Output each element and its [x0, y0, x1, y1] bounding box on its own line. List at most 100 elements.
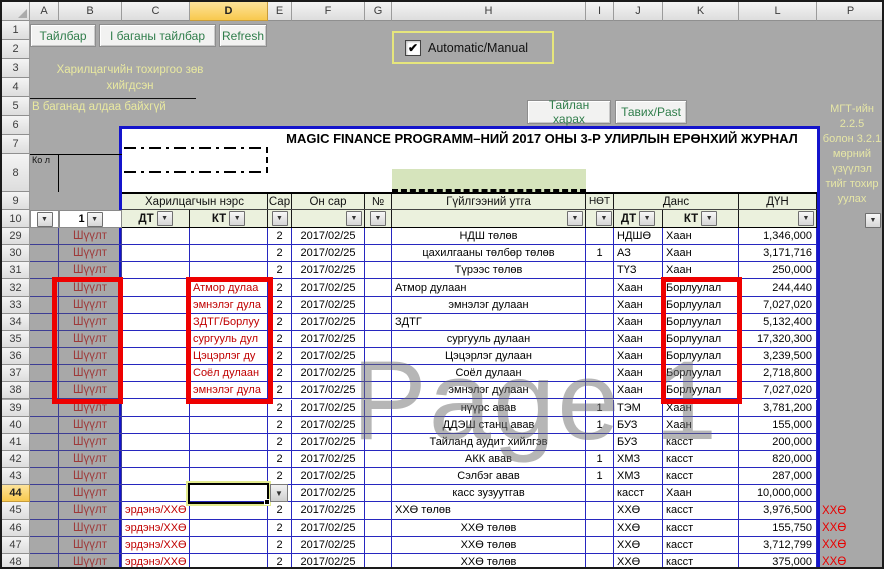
column-header-K[interactable]: K [663, 2, 739, 21]
cell-K43[interactable]: касст [663, 468, 739, 484]
cell-C35[interactable] [122, 331, 190, 347]
filter-dropdown-icon[interactable]: ▼ [596, 211, 612, 226]
cell-A42[interactable] [30, 451, 59, 468]
cell-J48[interactable]: ХХӨ [614, 554, 663, 569]
cell-C47[interactable]: эрдэнэ/ХХӨ [122, 537, 190, 553]
filter-dropdown-icon[interactable]: ▼ [157, 211, 173, 226]
cell-F41[interactable]: 2017/02/25 [292, 434, 365, 450]
cell-H41[interactable]: Тайланд аудит хийлгэв [392, 434, 586, 450]
row-header-1[interactable]: 1 [2, 21, 30, 40]
filter-cell-B44[interactable]: Шүүлт [59, 485, 122, 502]
row-header-40[interactable]: 40 [2, 417, 30, 434]
column-i-explain-button[interactable]: I баганы тайлбар [99, 24, 216, 47]
cell-L35[interactable]: 17,320,300 [739, 331, 817, 347]
cell-G43[interactable] [365, 468, 392, 484]
cell-J47[interactable]: ХХӨ [614, 537, 663, 553]
cell-L40[interactable]: 155,000 [739, 417, 817, 433]
cell-K48[interactable]: касст [663, 554, 739, 569]
cell-F40[interactable]: 2017/02/25 [292, 417, 365, 433]
filter-dropdown-icon-p[interactable]: ▼ [865, 213, 881, 228]
cell-F35[interactable]: 2017/02/25 [292, 331, 365, 347]
column-header-J[interactable]: J [614, 2, 663, 21]
column-header-B[interactable]: B [59, 2, 122, 21]
cell-K46[interactable]: касст [663, 520, 739, 536]
row-header-46[interactable]: 46 [2, 520, 30, 537]
row-header-3[interactable]: 3 [2, 59, 30, 78]
cell-C30[interactable] [122, 245, 190, 261]
cell-L41[interactable]: 200,000 [739, 434, 817, 450]
cell-C44[interactable] [122, 485, 190, 501]
row-header-47[interactable]: 47 [2, 537, 30, 554]
cell-H32[interactable]: Атмор дулаан [392, 279, 586, 295]
filter-dropdown-icon[interactable]: ▼ [567, 211, 583, 226]
cell-E46[interactable]: 2 [268, 520, 292, 536]
cell-C38[interactable] [122, 382, 190, 398]
row-header-29[interactable]: 29 [2, 228, 30, 245]
cell-I42[interactable]: 1 [586, 451, 614, 467]
cell-G45[interactable] [365, 502, 392, 518]
cell-A48[interactable] [30, 554, 59, 569]
row-header-37[interactable]: 37 [2, 365, 30, 382]
cell-L48[interactable]: 375,000 [739, 554, 817, 569]
cell-A30[interactable] [30, 245, 59, 262]
cell-G37[interactable] [365, 365, 392, 381]
cell-H48[interactable]: ХХӨ төлөв [392, 554, 586, 569]
cell-L30[interactable]: 3,171,716 [739, 245, 817, 261]
cell-J46[interactable]: ХХӨ [614, 520, 663, 536]
cell-J33[interactable]: Хаан [614, 297, 663, 313]
cell-L45[interactable]: 3,976,500 [739, 502, 817, 518]
filter-dropdown-icon[interactable]: ▼ [701, 211, 717, 226]
cell-L38[interactable]: 7,027,020 [739, 382, 817, 398]
cell-E41[interactable]: 2 [268, 434, 292, 450]
cell-D47[interactable] [190, 537, 268, 553]
filter-cell-a10[interactable]: ▼ [30, 210, 59, 228]
row-header-30[interactable]: 30 [2, 245, 30, 262]
cell-D41[interactable] [190, 434, 268, 450]
cell-G34[interactable] [365, 314, 392, 330]
cell-G39[interactable] [365, 400, 392, 416]
row-header-32[interactable]: 32 [2, 279, 30, 296]
row-header-35[interactable]: 35 [2, 331, 30, 348]
cell-H34[interactable]: ЗДТГ [392, 314, 586, 330]
cell-D42[interactable] [190, 451, 268, 467]
cell-J45[interactable]: ХХӨ [614, 502, 663, 518]
cell-G36[interactable] [365, 348, 392, 364]
cell-J39[interactable]: ТЭМ [614, 400, 663, 416]
cell-A47[interactable] [30, 537, 59, 554]
cell-J38[interactable]: Хаан [614, 382, 663, 398]
cell-A29[interactable] [30, 228, 59, 245]
cell-C43[interactable] [122, 468, 190, 484]
row-header-10[interactable]: 10 [2, 210, 30, 228]
cell-F45[interactable]: 2017/02/25 [292, 502, 365, 518]
automatic-manual-checkbox[interactable]: ✔ [405, 40, 421, 56]
cell-J44[interactable]: касст [614, 485, 663, 501]
row-header-31[interactable]: 31 [2, 262, 30, 279]
explain-button[interactable]: Тайлбар [30, 24, 96, 47]
cell-K29[interactable]: Хаан [663, 228, 739, 244]
cell-E30[interactable]: 2 [268, 245, 292, 261]
row-header-9[interactable]: 9 [2, 192, 30, 210]
post-button[interactable]: Тавих/Past [615, 100, 687, 124]
cell-K30[interactable]: Хаан [663, 245, 739, 261]
filter-cell-B47[interactable]: Шүүлт [59, 537, 122, 554]
filter-dropdown-icon[interactable]: ▼ [639, 211, 655, 226]
validation-dropdown[interactable]: ▼ [270, 484, 288, 502]
cell-H36[interactable]: Цэцэрлэг дулаан [392, 348, 586, 364]
cell-C42[interactable] [122, 451, 190, 467]
cell-H40[interactable]: ДДЭШ станц авав [392, 417, 586, 433]
cell-J42[interactable]: ХМЗ [614, 451, 663, 467]
cell-H45[interactable]: ХХӨ төлөв [392, 502, 586, 518]
cell-J34[interactable]: Хаан [614, 314, 663, 330]
filter-cell-b10[interactable]: 1 ▼ [59, 210, 122, 228]
row-header-36[interactable]: 36 [2, 348, 30, 365]
cell-E48[interactable]: 2 [268, 554, 292, 569]
filter-cell-B48[interactable]: Шүүлт [59, 554, 122, 569]
cell-F31[interactable]: 2017/02/25 [292, 262, 365, 278]
cell-I47[interactable] [586, 537, 614, 553]
cell-E40[interactable]: 2 [268, 417, 292, 433]
row-header-43[interactable]: 43 [2, 468, 30, 485]
filter-dropdown-icon[interactable]: ▼ [798, 211, 814, 226]
cell-F43[interactable]: 2017/02/25 [292, 468, 365, 484]
selected-cell-d44[interactable] [188, 483, 269, 504]
cell-L34[interactable]: 5,132,400 [739, 314, 817, 330]
